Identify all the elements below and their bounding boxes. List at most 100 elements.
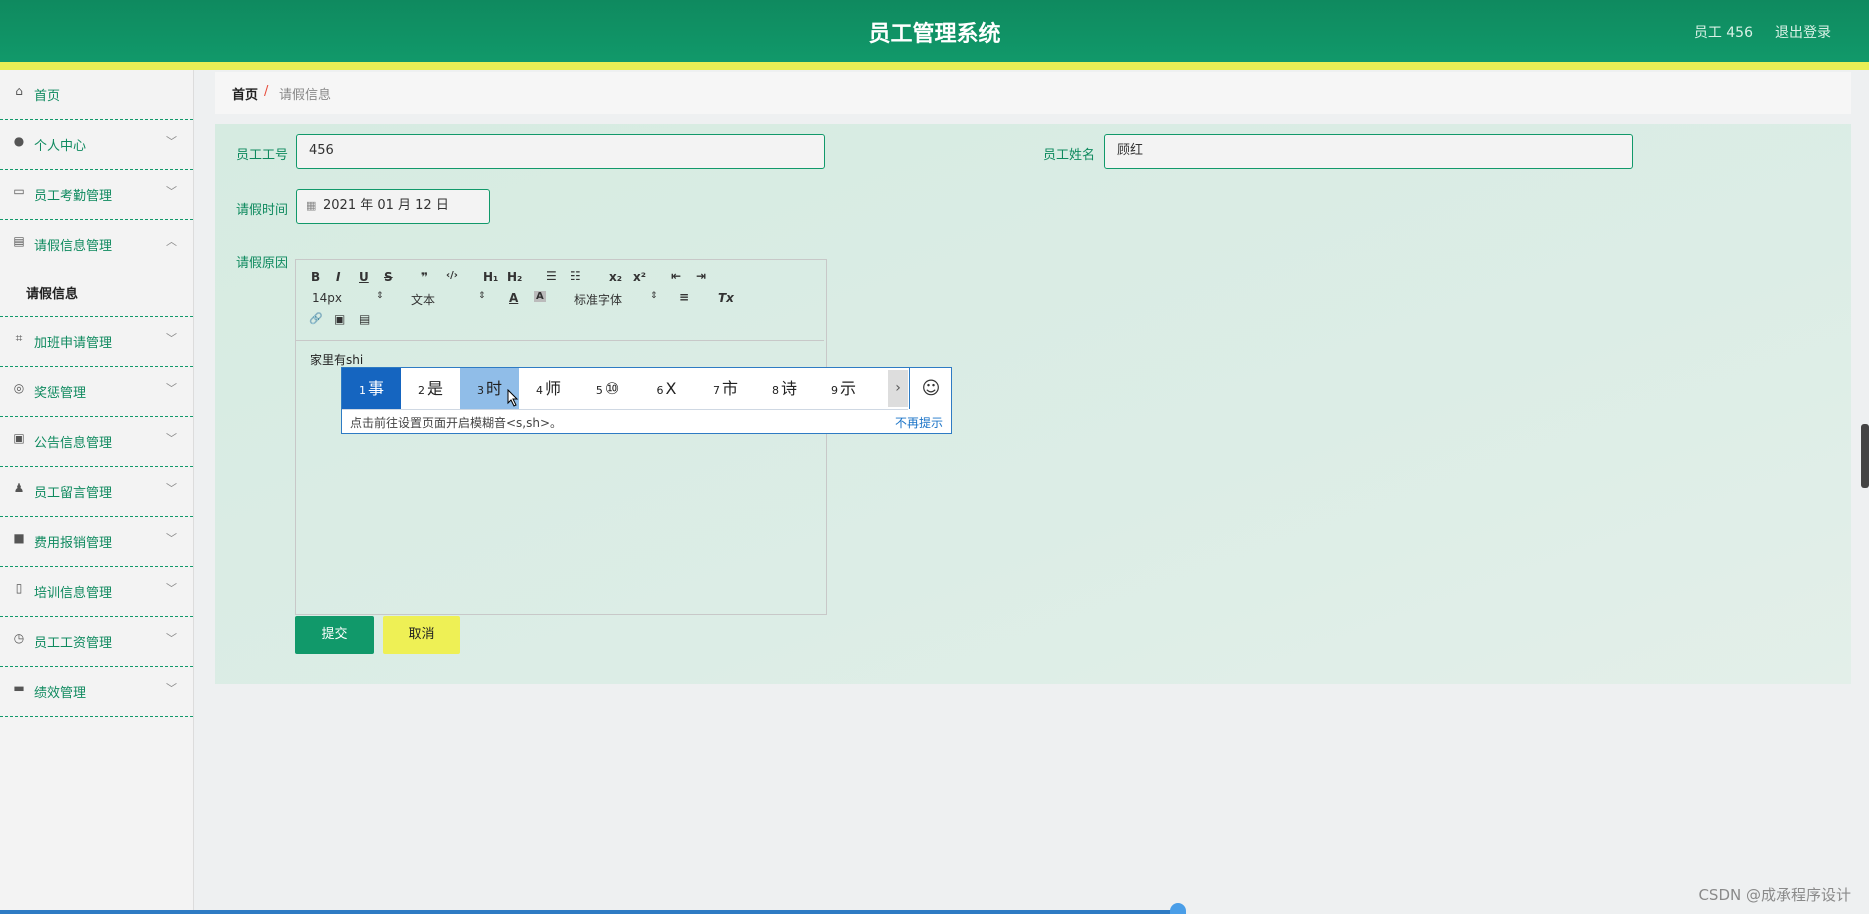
strike-button[interactable]: S [384,270,393,284]
sidebar-item-home[interactable]: ⌂ 首页 [0,70,193,120]
editor-toolbar: B I U S ❞ ‹/› H₁ H₂ ☰ ☷ x₂ x² ⇤ ⇥ 14px ⇕… [296,260,824,341]
bullet-list-button[interactable]: ☷ [570,269,581,283]
chevron-down-icon: ﹀ [166,432,177,445]
sidebar-item-label: 绩效管理 [34,686,87,701]
emoji-icon[interactable]: ☺ [909,368,952,409]
mouse-cursor-icon [507,389,519,407]
drive-icon: ▬ [13,681,25,695]
sidebar-item-label: 奖惩管理 [34,386,87,401]
chevron-down-icon: ﹀ [166,185,177,198]
sidebar-subitem-leave-info[interactable]: 请假信息 [26,283,78,302]
indent-button[interactable]: ⇥ [696,269,706,283]
font-size-value: 14px [312,291,342,305]
page-scrollbar-thumb[interactable] [1861,424,1869,488]
sidebar-item-label: 请假信息管理 [34,239,113,254]
underline-button[interactable]: U [359,270,369,284]
quote-button[interactable]: ❞ [421,270,428,284]
code-button[interactable]: ‹/› [446,270,458,281]
h2-button[interactable]: H₂ [507,270,522,284]
candidate-number: 1 [358,384,366,397]
ime-dismiss-link[interactable]: 不再提示 [895,414,943,431]
candidate-number: 9 [830,384,838,397]
italic-button[interactable]: I [336,270,340,284]
font-color-button[interactable]: A [509,291,518,305]
candidate-text: 市 [721,379,738,398]
clear-format-button[interactable]: Tx [718,291,734,305]
ime-candidate[interactable]: 4师 [519,368,578,409]
reason-editor[interactable]: B I U S ❞ ‹/› H₁ H₂ ☰ ☷ x₂ x² ⇤ ⇥ 14px ⇕… [295,259,827,615]
background-color-button[interactable]: A [534,291,546,302]
candidate-number: 2 [417,384,425,397]
sidebar-item-expenses[interactable]: ■ 费用报销管理 ﹀ [0,517,193,567]
calendar-icon: ▦ [306,199,317,212]
cancel-button[interactable]: 取消 [383,616,460,654]
candidate-text: X [665,379,677,398]
logout-link[interactable]: 退出登录 [1775,22,1831,42]
candidate-text: 事 [367,379,384,398]
breadcrumb-home[interactable]: 首页 [232,84,258,103]
candidate-number: 7 [712,384,720,397]
subscript-button[interactable]: x₂ [609,270,622,284]
sidebar-item-attendance[interactable]: ▭ 员工考勤管理 ﹀ [0,170,193,220]
ime-candidate-bar: 1事 2是 3时 4师 5⑩ 6X 7市 8诗 9示 › [342,368,908,410]
sidebar-item-label: 培训信息管理 [34,586,113,601]
ime-candidate[interactable]: 2是 [401,368,460,409]
editor-content[interactable]: 家里有shi [310,351,363,368]
candidate-text: 诗 [780,379,797,398]
link-button[interactable]: 🔗 [309,312,323,325]
ime-candidate[interactable]: 8诗 [755,368,814,409]
mic-icon: ▯ [15,581,23,595]
ime-tip-text[interactable]: 点击前往设置页面开启模糊音<s,sh>。 [350,414,562,431]
message-icon: ■ [13,531,25,545]
chevron-down-icon: ﹀ [166,532,177,545]
sidebar-item-overtime[interactable]: ⌗ 加班申请管理 ﹀ [0,317,193,367]
leave-date-picker[interactable]: ▦ 2021 年 01 月 12 日 [296,189,490,224]
sidebar-item-rewards[interactable]: ◎ 奖惩管理 ﹀ [0,367,193,417]
dial-icon: ◎ [13,381,25,395]
ime-next-page-button[interactable]: › [888,370,908,407]
sidebar-item-label: 个人中心 [34,139,87,154]
sidebar-item-salary[interactable]: ◷ 员工工资管理 ﹀ [0,617,193,667]
sidebar-item-messages[interactable]: ♟ 员工留言管理 ﹀ [0,467,193,517]
sidebar-item-label: 员工留言管理 [34,486,113,501]
sidebar-item-label: 费用报销管理 [34,536,113,551]
reason-label: 请假原因 [236,256,289,271]
clipboard-icon: ▤ [13,234,25,248]
font-size-select[interactable]: 14px ⇕ [312,291,384,305]
submit-button[interactable]: 提交 [295,616,374,654]
sidebar-item-label: 首页 [34,89,61,104]
sidebar: ⌂ 首页 ● 个人中心 ﹀ ▭ 员工考勤管理 ﹀ ▤ 请假信息管理 ︿ 请假信息… [0,70,194,914]
ime-candidate[interactable]: 1事 [342,368,401,409]
candidate-text: 时 [485,379,502,398]
outdent-button[interactable]: ⇤ [671,269,681,283]
video-button[interactable]: ▤ [359,312,370,326]
select-arrows-icon: ⇕ [478,291,486,301]
chevron-down-icon: ﹀ [166,482,177,495]
sidebar-item-personal-center[interactable]: ● 个人中心 ﹀ [0,120,193,170]
image-button[interactable]: ▣ [334,312,345,326]
align-button[interactable]: ≡ [679,290,689,304]
ime-candidate[interactable]: 6X [637,368,696,409]
emp-id-field[interactable]: 456 [296,134,825,169]
bottom-progress-knob[interactable] [1170,903,1186,914]
ime-candidate[interactable]: 9示 [814,368,873,409]
chat-icon: ▭ [13,184,25,198]
sidebar-item-notices[interactable]: ▣ 公告信息管理 ﹀ [0,417,193,467]
ime-candidate[interactable]: 7市 [696,368,755,409]
ordered-list-button[interactable]: ☰ [546,269,557,283]
candidate-text: 师 [544,379,561,398]
chevron-up-icon: ︿ [166,235,177,248]
superscript-button[interactable]: x² [633,270,646,284]
sidebar-item-training[interactable]: ▯ 培训信息管理 ﹀ [0,567,193,617]
sidebar-item-leave[interactable]: ▤ 请假信息管理 ︿ 请假信息 [0,220,193,317]
sidebar-item-performance[interactable]: ▬ 绩效管理 ﹀ [0,667,193,717]
ime-candidate[interactable]: 5⑩ [578,368,637,409]
chevron-down-icon: ﹀ [166,382,177,395]
emp-name-field[interactable]: 顾红 [1104,134,1633,169]
candidate-number: 6 [656,384,664,397]
font-family-select[interactable]: 标准字体 ⇕ [574,291,658,308]
format-select[interactable]: 文本 ⇕ [411,291,486,308]
h1-button[interactable]: H₁ [483,270,498,284]
breadcrumb: 首页 / 请假信息 [215,72,1851,114]
bold-button[interactable]: B [311,270,320,284]
